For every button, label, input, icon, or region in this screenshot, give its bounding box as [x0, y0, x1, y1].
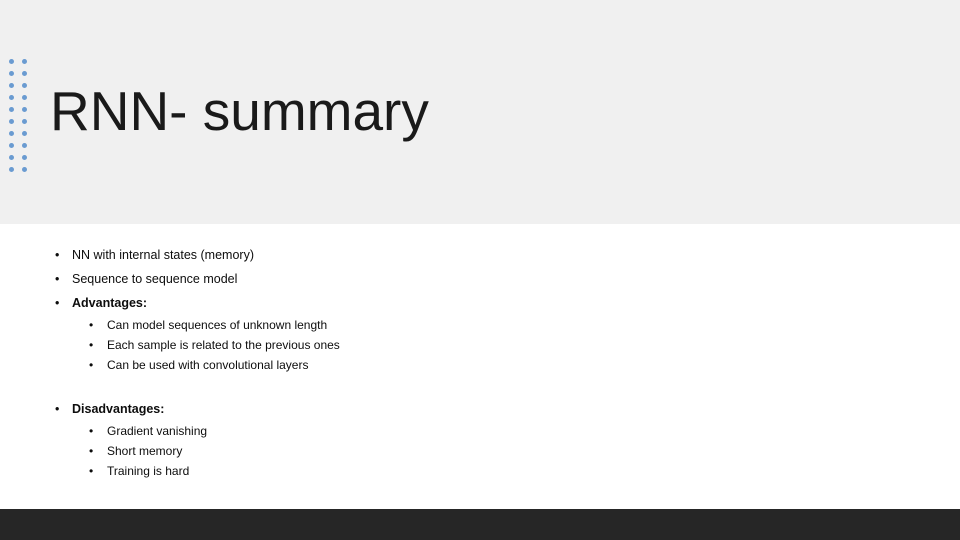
dot-icon: [9, 167, 14, 172]
list-item-label: Training is hard: [107, 464, 190, 478]
list-item-label: NN with internal states (memory): [72, 248, 254, 262]
dot-icon: [9, 83, 14, 88]
dot-icon: [22, 95, 27, 100]
bullet-icon: •: [89, 424, 94, 438]
list-item: • Can be used with convolutional layers: [0, 355, 860, 375]
list-item: • Advantages:: [0, 291, 860, 315]
dot-icon: [22, 155, 27, 160]
dot-icon: [9, 59, 14, 64]
list-item-label: Can model sequences of unknown length: [107, 318, 328, 332]
body-content: • NN with internal states (memory) • Sequen…: [0, 243, 860, 481]
list-item-label: Disadvantages:: [72, 402, 165, 416]
dot-icon: [9, 143, 14, 148]
dot-icon: [9, 119, 14, 124]
dot-icon: [9, 95, 14, 100]
list-item-label: Each sample is related to the previous o…: [107, 338, 340, 352]
bullet-icon: •: [55, 248, 60, 262]
dot-icon: [9, 107, 14, 112]
dot-icon: [22, 83, 27, 88]
dot-icon: [22, 71, 27, 76]
dot-icon: [22, 167, 27, 172]
dot-icon: [22, 143, 27, 148]
list-item: • Can model sequences of unknown length: [0, 315, 860, 335]
dot-icon: [9, 131, 14, 136]
list-item-label: Gradient vanishing: [107, 424, 208, 438]
list-item-label: Short memory: [107, 444, 183, 458]
list-spacer: [0, 375, 860, 397]
list-item: • NN with internal states (memory): [0, 243, 860, 267]
dot-icon: [9, 71, 14, 76]
slide: RNN- summary • NN with internal states (m…: [0, 0, 960, 540]
dot-icon: [22, 119, 27, 124]
dot-icon: [22, 59, 27, 64]
bullet-icon: •: [55, 296, 60, 310]
list-item: • Training is hard: [0, 461, 860, 481]
bullet-icon: •: [55, 402, 60, 416]
dot-icon: [22, 131, 27, 136]
dot-icon: [9, 155, 14, 160]
bullet-list: • NN with internal states (memory) • Sequen…: [0, 243, 860, 481]
bullet-icon: •: [89, 338, 94, 352]
footer-bar: [0, 509, 960, 540]
bullet-icon: •: [89, 464, 94, 478]
bullet-icon: •: [89, 358, 94, 372]
list-item-label: Advantages:: [72, 296, 148, 310]
list-item: • Disadvantages:: [0, 397, 860, 421]
list-item: • Sequence to sequence model: [0, 267, 860, 291]
bullet-icon: •: [89, 444, 94, 458]
page-title: RNN- summary: [50, 80, 429, 142]
list-item-label: Sequence to sequence model: [72, 272, 238, 286]
dot-icon: [22, 107, 27, 112]
dot-grid-decoration: [9, 59, 35, 179]
list-item: • Gradient vanishing: [0, 421, 860, 441]
list-item-label: Can be used with convolutional layers: [107, 358, 309, 372]
bullet-icon: •: [89, 318, 94, 332]
list-item: • Each sample is related to the previous …: [0, 335, 860, 355]
list-item: • Short memory: [0, 441, 860, 461]
bullet-icon: •: [55, 272, 60, 286]
